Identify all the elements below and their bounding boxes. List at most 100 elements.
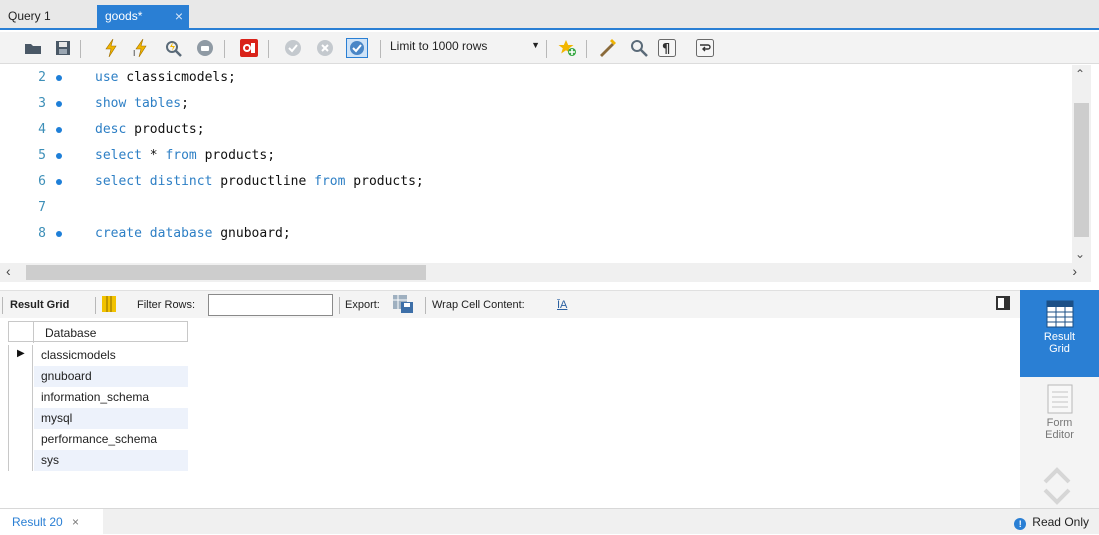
read-only-status: ! Read Only [1014,515,1089,530]
scroll-left-icon[interactable]: ‹ [6,263,11,279]
grid-columns-icon[interactable] [102,296,116,315]
info-icon: ! [1014,518,1027,530]
table-row[interactable]: information_schema [8,387,188,408]
table-cell[interactable]: mysql [34,408,188,429]
toggle-results-icon[interactable] [238,38,260,58]
close-icon[interactable]: × [72,515,79,529]
tab-query-1[interactable]: Query 1 [0,5,80,28]
toggle-side-panel-icon[interactable] [996,296,1010,310]
line-number: 2 [38,70,46,85]
line-number: 4 [38,122,46,137]
table-row[interactable]: gnuboard [8,366,188,387]
statement-marker-icon [56,101,62,107]
svg-text:¶: ¶ [662,42,670,57]
chevron-down-icon: ▼ [531,40,540,50]
current-row-pointer-icon: ▶ [17,348,25,359]
editor-vertical-scrollbar[interactable]: ⌃ ⌄ [1072,65,1091,263]
line-number: 8 [38,226,46,241]
result-toolbar: Result Grid Filter Rows: Export: Wrap Ce… [0,290,1020,318]
tab-label: goods* [105,9,143,23]
scroll-up-icon[interactable]: ⌃ [1075,67,1085,81]
find-icon[interactable] [628,38,650,58]
code-text: use classicmodels; [95,70,236,85]
filter-rows-input[interactable] [208,294,333,316]
add-snippet-icon[interactable] [556,38,578,58]
tab-goods[interactable]: goods* × [97,5,189,28]
panel-scroll-arrows[interactable] [1040,462,1074,506]
rollback-icon[interactable] [314,38,336,58]
code-line: 8 create database gnuboard; [0,221,1070,247]
code-text: select * from products; [95,148,276,163]
status-bar: Result 20 × ! Read Only [0,508,1099,535]
statement-marker-icon [56,231,62,237]
column-header-database[interactable]: Database [45,326,96,340]
scroll-down-icon[interactable]: ⌄ [1075,247,1085,261]
statement-marker-icon [56,127,62,133]
table-row[interactable]: sys [8,450,188,471]
table-cell[interactable]: classicmodels [34,345,188,366]
autocommit-icon[interactable] [346,38,368,58]
form-editor-button[interactable]: Form Editor [1020,380,1099,450]
result-tab[interactable]: Result 20 × [0,509,103,535]
wrap-cell-icon[interactable]: ĪA [557,299,567,311]
code-line: 4 desc products; [0,117,1070,143]
result-tab-label: Result 20 [12,515,63,529]
form-editor-side-label-2: Editor [1045,429,1074,441]
table-row[interactable]: ▶ classicmodels [8,345,188,366]
statement-marker-icon [56,179,62,185]
code-line: 2 use classicmodels; [0,65,1070,91]
beautify-icon[interactable] [596,38,618,58]
explain-icon[interactable] [162,38,184,58]
invisible-chars-icon[interactable]: ¶ [656,38,678,58]
grid-header: Database [8,321,188,343]
result-grid-side-label-1: Result [1043,331,1076,343]
table-row[interactable]: performance_schema [8,429,188,450]
form-editor-side-label-1: Form [1046,417,1073,429]
table-cell[interactable]: performance_schema [34,429,188,450]
tab-label: Query 1 [8,9,51,23]
scrollbar-thumb[interactable] [1074,103,1089,237]
result-grid-label[interactable]: Result Grid [10,299,69,311]
read-only-label: Read Only [1032,515,1089,529]
line-number: 3 [38,96,46,111]
commit-icon[interactable] [282,38,304,58]
wrap-cell-label: Wrap Cell Content: [432,299,525,311]
code-line: 3 show tables; [0,91,1070,117]
code-text: show tables; [95,96,189,111]
table-row[interactable]: mysql [8,408,188,429]
code-line: 5 select * from products; [0,143,1070,169]
open-folder-icon[interactable] [22,38,44,58]
export-icon[interactable] [393,295,413,316]
scrollbar-thumb[interactable] [26,265,426,280]
sql-editor-toolbar: I Limit to 1000 rows ▼ ¶ [0,32,1099,64]
result-grid-icon [1046,300,1073,328]
execute-statement-icon[interactable]: I [131,38,153,58]
query-tab-bar: Query 1 goods* × [0,0,1099,30]
statement-marker-icon [56,153,62,159]
line-number: 6 [38,174,46,189]
result-grid-button[interactable]: Result Grid [1020,290,1099,377]
line-number: 7 [38,200,46,215]
editor-horizontal-scrollbar[interactable]: ‹ › [0,263,1091,282]
wrap-icon[interactable] [694,38,716,58]
table-cell[interactable]: information_schema [34,387,188,408]
table-cell[interactable]: sys [34,450,188,471]
limit-rows-value: Limit to 1000 rows [390,39,488,53]
table-cell[interactable]: gnuboard [34,366,188,387]
save-icon[interactable] [52,38,74,58]
line-number: 5 [38,148,46,163]
stop-icon[interactable] [194,38,216,58]
filter-rows-label: Filter Rows: [137,299,196,311]
statement-marker-icon [56,75,62,81]
result-grid-side-label-2: Grid [1049,343,1070,355]
export-label: Export: [345,299,380,311]
close-icon[interactable]: × [175,8,183,24]
code-text: desc products; [95,122,205,137]
form-editor-icon [1047,384,1072,414]
scroll-right-icon[interactable]: › [1072,263,1077,279]
code-text: select distinct productline from product… [95,174,424,189]
execute-icon[interactable] [100,38,122,58]
svg-text:I: I [133,49,135,57]
sql-editor[interactable]: 2 use classicmodels; 3 show tables; 4 de… [0,65,1099,263]
limit-rows-select[interactable]: Limit to 1000 rows ▼ [390,39,540,59]
